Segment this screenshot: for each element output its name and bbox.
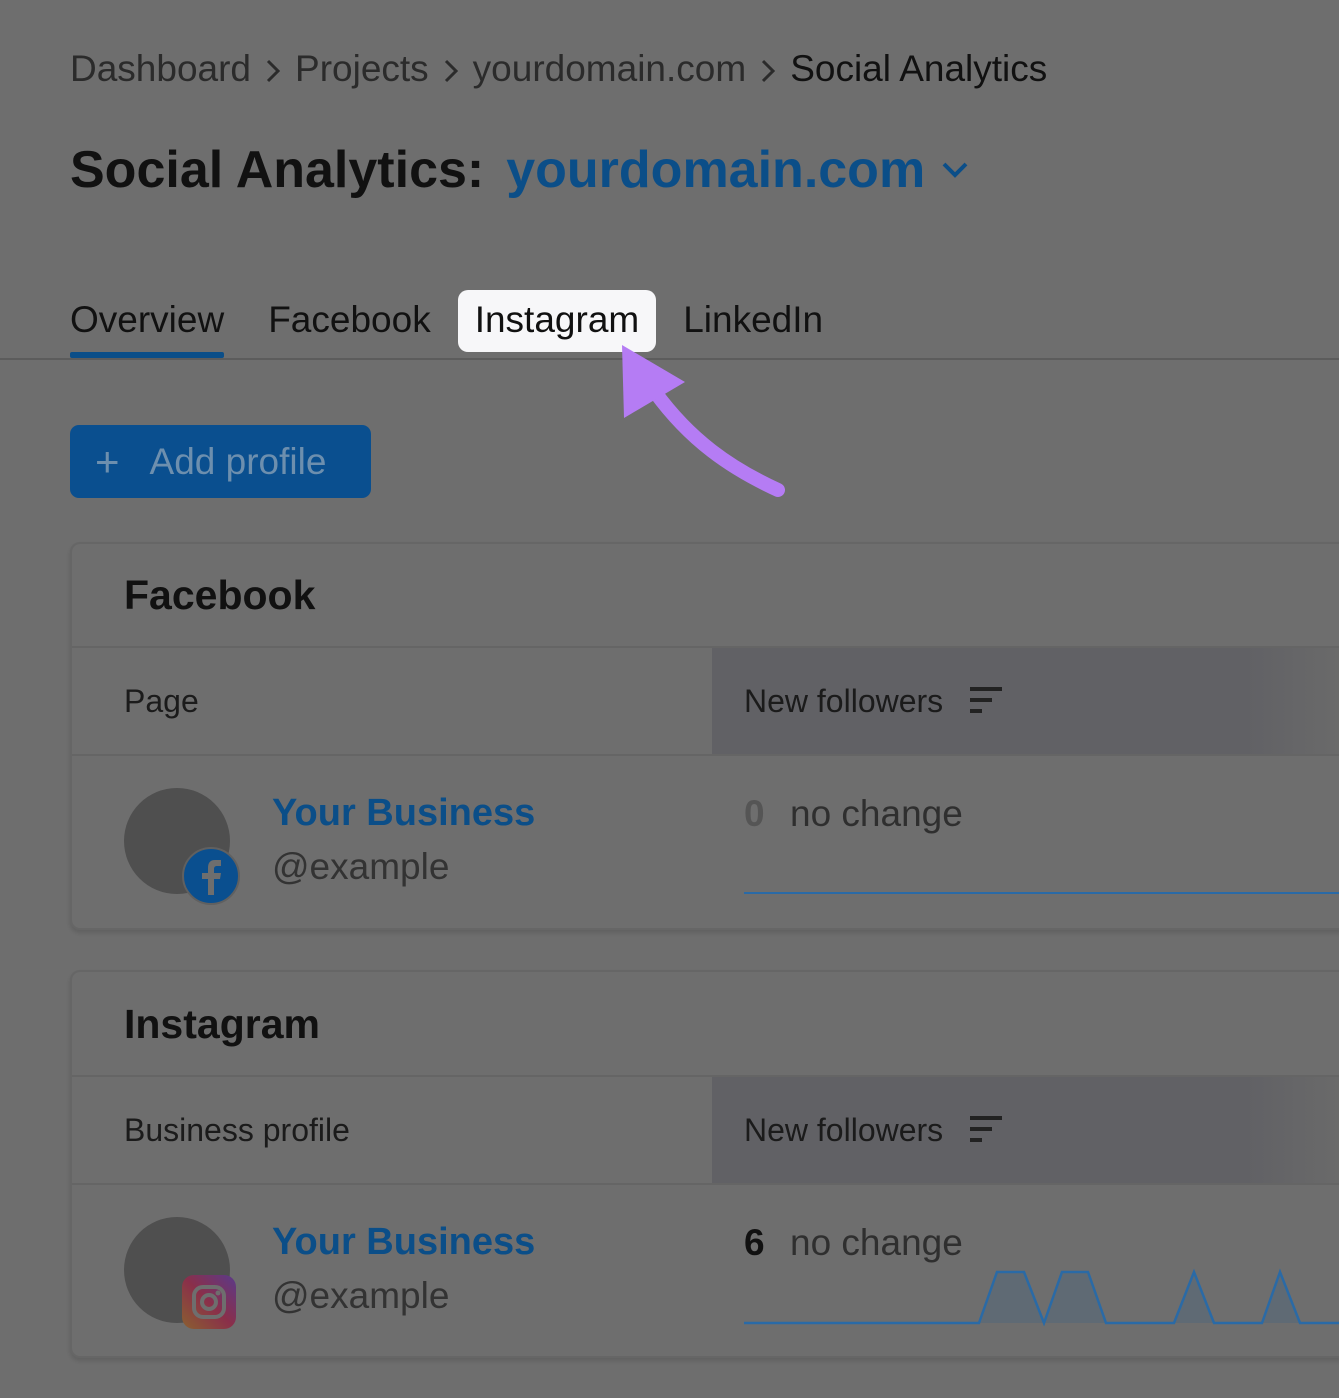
add-profile-label: Add profile — [149, 440, 327, 482]
tab-facebook[interactable]: Facebook — [268, 290, 431, 352]
instagram-table-header: Business profile New followers — [72, 1075, 1339, 1185]
facebook-sparkline — [744, 892, 1339, 894]
breadcrumb-dashboard[interactable]: Dashboard — [70, 48, 251, 90]
column-header-label: New followers — [744, 1112, 944, 1148]
facebook-table-header: Page New followers — [72, 646, 1339, 756]
instagram-card: Instagram Business profile New followers… — [70, 970, 1339, 1358]
column-header-label: New followers — [744, 683, 944, 719]
instagram-sparkline — [744, 1268, 1339, 1327]
column-header-new-followers[interactable]: New followers — [712, 648, 1339, 754]
new-followers-change: no change — [790, 1222, 963, 1263]
breadcrumb-projects[interactable]: Projects — [295, 48, 429, 90]
business-handle: @example — [272, 846, 450, 887]
page-title: Social Analytics: yourdomain.com — [70, 132, 969, 208]
breadcrumb: Dashboard Projects yourdomain.com Social… — [70, 44, 1047, 94]
chevron-right-icon — [429, 48, 473, 90]
business-handle: @example — [272, 1275, 450, 1316]
business-name-link[interactable]: Your Business — [272, 1221, 535, 1264]
new-followers-change: no change — [790, 793, 963, 834]
facebook-card-title: Facebook — [124, 572, 316, 618]
facebook-card: Facebook Page New followers Your Busines… — [70, 542, 1339, 930]
column-header-new-followers[interactable]: New followers — [712, 1077, 1339, 1183]
domain-selector[interactable]: yourdomain.com — [506, 140, 925, 200]
chevron-right-icon — [746, 48, 790, 90]
new-followers-value: 0 — [744, 793, 765, 834]
column-header-business-profile: Business profile — [124, 1112, 350, 1148]
chevron-down-icon[interactable] — [941, 161, 969, 179]
breadcrumb-current: Social Analytics — [790, 48, 1048, 89]
add-profile-button[interactable]: + Add profile — [70, 425, 371, 498]
pointer-arrow-icon — [622, 345, 785, 497]
breadcrumb-domain[interactable]: yourdomain.com — [473, 48, 747, 90]
plus-icon: + — [95, 437, 120, 485]
facebook-icon — [182, 847, 240, 905]
new-followers-value: 6 — [744, 1222, 765, 1263]
column-header-page: Page — [124, 683, 199, 719]
tab-overview[interactable]: Overview — [70, 290, 225, 358]
instagram-card-title: Instagram — [124, 1001, 320, 1047]
sort-icon[interactable] — [970, 1114, 1004, 1144]
page-title-label: Social Analytics: — [70, 141, 485, 199]
sort-icon[interactable] — [970, 685, 1004, 715]
business-name-link[interactable]: Your Business — [272, 792, 535, 835]
chevron-right-icon — [251, 48, 295, 90]
instagram-icon — [182, 1275, 236, 1329]
